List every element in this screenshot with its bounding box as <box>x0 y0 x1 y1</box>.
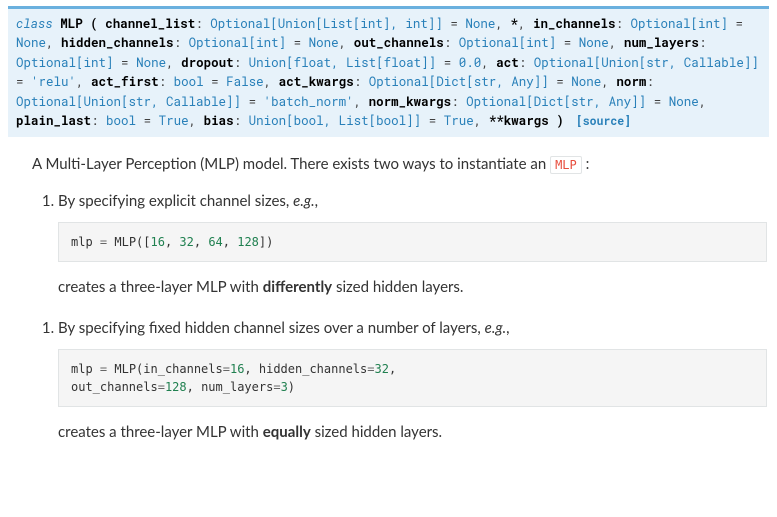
lead-text-end: , <box>315 192 318 210</box>
lead-text: By specifying fixed hidden channel sizes… <box>58 319 485 337</box>
param-default: None <box>669 94 699 110</box>
param-name: bias <box>204 113 234 129</box>
param-default: None <box>465 16 495 32</box>
inline-code-mlp: MLP <box>550 156 582 174</box>
code-token: , num_layers <box>187 380 274 394</box>
intro-text: A Multi-Layer Perception (MLP) model. Th… <box>32 155 550 173</box>
code-token: 3 <box>281 380 288 394</box>
param-type: Optional[Union[str, Callable]] <box>16 94 241 110</box>
code-token: 64 <box>208 235 222 249</box>
list: By specifying fixed hidden channel sizes… <box>32 317 767 444</box>
list-item-lead: By specifying fixed hidden channel sizes… <box>58 317 767 340</box>
list-item-lead: By specifying explicit channel sizes, e.… <box>58 190 767 213</box>
code-token: ) <box>288 380 295 394</box>
param-name: norm_kwargs <box>369 94 452 110</box>
param-type: Union[float, List[float]] <box>249 55 437 71</box>
list-item: By specifying fixed hidden channel sizes… <box>58 317 767 444</box>
param-default: None <box>579 35 609 51</box>
param-default: None <box>16 35 46 51</box>
list: By specifying explicit channel sizes, e.… <box>32 190 767 299</box>
param-type: Optional[Dict[str, Any]] <box>369 74 549 90</box>
param-default: False <box>226 74 264 90</box>
param-type: Optional[Union[List[int], int]] <box>210 16 443 32</box>
lead-text: By specifying explicit channel sizes, <box>58 192 293 210</box>
param-default: True <box>444 113 474 129</box>
list-item-after: creates a three-layer MLP with equally s… <box>58 421 767 444</box>
code-token: , <box>389 362 396 376</box>
param-name: channel_list <box>105 16 195 32</box>
param-default: None <box>571 74 601 90</box>
param-type: Optional[Dict[str, Any]] <box>466 94 646 110</box>
param-name: dropout <box>181 55 234 71</box>
after-text-end: sized hidden layers. <box>332 278 463 296</box>
param-default: None <box>309 35 339 51</box>
list-item: By specifying explicit channel sizes, e.… <box>58 190 767 299</box>
intro-text-end: : <box>586 155 590 173</box>
code-token: MLP(in_channels <box>107 362 223 376</box>
after-text: creates a three-layer MLP with <box>58 278 263 296</box>
class-name: MLP <box>60 16 83 32</box>
lead-em: e.g. <box>293 192 314 210</box>
param-type: Optional[int] <box>459 35 557 51</box>
param-type: Optional[int] <box>630 16 728 32</box>
code-token: = <box>223 362 230 376</box>
param-default: None <box>136 55 166 71</box>
code-token: 128 <box>165 380 187 394</box>
code-token: mlp <box>71 235 100 249</box>
class-description: A Multi-Layer Perception (MLP) model. Th… <box>8 137 769 464</box>
param-default: 0.0 <box>459 55 482 71</box>
param-type: bool <box>174 74 204 90</box>
param-name: in_channels <box>533 16 616 32</box>
code-token: mlp <box>71 362 100 376</box>
after-strong: differently <box>263 278 332 296</box>
code-token: , <box>223 235 237 249</box>
after-text: creates a three-layer MLP with <box>58 423 263 441</box>
param-name: act_first <box>91 74 159 90</box>
param-name: * <box>510 16 518 32</box>
code-token: 32 <box>374 362 388 376</box>
code-token: 16 <box>230 362 244 376</box>
param-type: Optional[Union[str, Callable]] <box>534 55 759 71</box>
lead-em: e.g. <box>485 319 506 337</box>
code-token: MLP([ <box>107 235 150 249</box>
code-block: mlp = MLP([16, 32, 64, 128]) <box>58 222 767 262</box>
param-default: 'relu' <box>31 74 76 90</box>
param-name: norm <box>616 74 646 90</box>
code-token: ]) <box>259 235 273 249</box>
paren-open: ( <box>90 16 98 32</box>
param-default: 'batch_norm' <box>264 94 354 110</box>
code-token: , <box>165 235 179 249</box>
after-strong: equally <box>263 423 311 441</box>
param-name: plain_last <box>16 113 91 129</box>
code-token: 32 <box>179 235 193 249</box>
code-token: 16 <box>151 235 165 249</box>
param-name: act <box>496 55 519 71</box>
instantiation-list: By specifying explicit channel sizes, e.… <box>32 190 767 444</box>
list-item-after: creates a three-layer MLP with different… <box>58 276 767 299</box>
param-name: hidden_channels <box>61 35 174 51</box>
param-type: Union[bool, List[bool]] <box>249 113 422 129</box>
param-name: num_layers <box>624 35 699 51</box>
code-token: 128 <box>237 235 259 249</box>
lead-text-end: , <box>506 319 509 337</box>
param-name: act_kwargs <box>279 74 354 90</box>
param-type: Optional[int] <box>189 35 287 51</box>
code-token: , hidden_channels <box>244 362 367 376</box>
paren-close: ) <box>556 113 564 129</box>
after-text-end: sized hidden layers. <box>311 423 442 441</box>
code-token: = <box>158 380 165 394</box>
code-token: = <box>273 380 280 394</box>
param-default: True <box>159 113 189 129</box>
intro-paragraph: A Multi-Layer Perception (MLP) model. Th… <box>32 153 767 176</box>
param-name: **kwargs <box>489 113 549 129</box>
code-token: , <box>194 235 208 249</box>
param-type: Optional[int] <box>16 55 114 71</box>
source-link[interactable]: [source] <box>576 114 631 129</box>
class-signature: class MLP ( channel_list: Optional[Union… <box>8 6 769 137</box>
code-token: out_channels <box>71 380 158 394</box>
code-block: mlp = MLP(in_channels=16, hidden_channel… <box>58 349 767 407</box>
param-name: out_channels <box>354 35 444 51</box>
param-type: bool <box>106 113 136 129</box>
class-keyword: class <box>16 16 53 32</box>
